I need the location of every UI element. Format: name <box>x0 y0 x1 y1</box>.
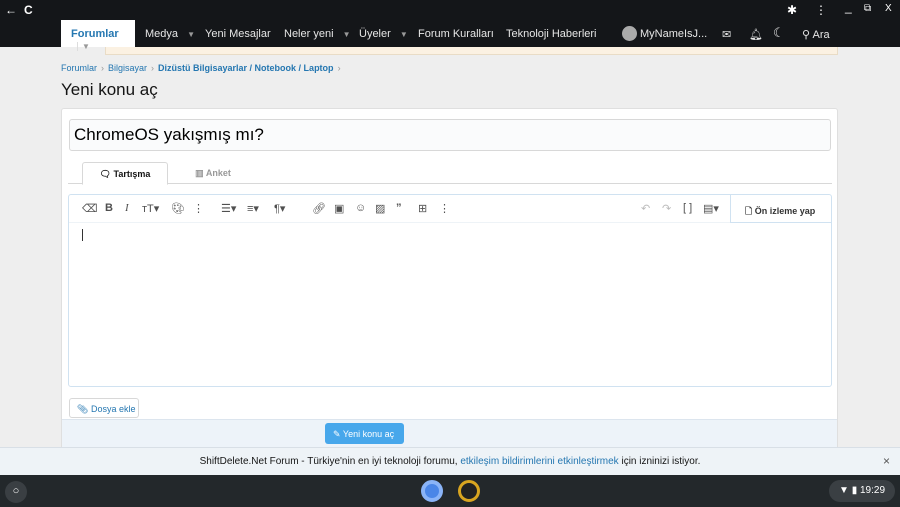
nav-label: Forumlar <box>71 28 119 40</box>
push-text: için izninizi istiyor. <box>618 456 701 467</box>
undo-icon[interactable]: ↶ <box>641 202 650 215</box>
nav-label: Neler yeni <box>284 28 334 40</box>
text-cursor <box>82 229 83 241</box>
nav-label: Medya <box>145 28 179 40</box>
editor-toolbar: ⌫ B I тT▾ 🎨︎ ⋮ ☰▾ ≡▾ ¶▾ 🔗︎ ▣ ☺ ▨ ” ⊞ ⋮ ↶… <box>69 195 831 223</box>
preview-button[interactable]: 🗋︎ Ön izleme yap <box>730 195 831 223</box>
tab-label: Tartışma <box>113 169 151 179</box>
link-icon[interactable]: 🔗︎ <box>312 202 326 215</box>
chart-icon: ▥ <box>195 168 204 178</box>
extensions-icon[interactable]: ✱ <box>787 3 797 17</box>
breadcrumb-bilgisayar[interactable]: Bilgisayar <box>108 63 147 73</box>
font-size-icon[interactable]: тT▾ <box>142 202 159 215</box>
status-tray[interactable]: ▼ ▮ 19:29 <box>829 480 895 502</box>
inbox-icon[interactable]: ✉ <box>722 28 731 41</box>
search-button[interactable]: ⚲ Ara <box>802 28 830 41</box>
smiley-icon[interactable]: ☺ <box>355 202 366 214</box>
nav-label: Üyeler <box>359 28 391 40</box>
quote-icon[interactable]: ” <box>396 202 402 214</box>
browser-titlebar: ← C ✱ ⋮ _ ⧉ X <box>0 0 900 20</box>
nav-neler-yeni[interactable]: Neler yeni ▼ <box>284 28 351 40</box>
bold-icon[interactable]: B <box>105 202 113 214</box>
image-icon[interactable]: ▣ <box>334 202 344 215</box>
search-label: Ara <box>812 29 830 41</box>
submit-label: Yeni konu aç <box>342 429 395 439</box>
chevron-down-icon[interactable]: ▼ <box>77 42 90 51</box>
submit-thread-button[interactable]: ✎ Yeni konu aç <box>325 423 404 444</box>
bbcode-icon[interactable]: [ ] <box>683 202 692 214</box>
tabs: 🗨︎ Tartışma ▥ Anket <box>68 162 832 185</box>
nav-uyeler[interactable]: Üyeler ▼ <box>359 28 408 40</box>
attach-file-button[interactable]: 📎︎ Dosya ekle <box>69 398 139 418</box>
breadcrumb-forumlar[interactable]: Forumlar <box>61 63 97 73</box>
tab-tartisma[interactable]: 🗨︎ Tartışma <box>82 162 168 185</box>
battery-icon: ▮ <box>851 485 858 496</box>
forum-nav: Forumlar ▼ Medya ▼ Yeni Mesajlar Neler y… <box>0 20 900 51</box>
table-icon[interactable]: ⊞ <box>418 202 427 215</box>
restore-button[interactable]: ⧉ <box>864 3 871 14</box>
nav-medya[interactable]: Medya ▼ <box>145 28 195 40</box>
launcher-button[interactable]: ○ <box>5 481 27 503</box>
breadcrumb: Forumlar › Bilgisayar › Dizüstü Bilgisayarla… <box>61 63 345 73</box>
drafts-icon[interactable]: ▤▾ <box>703 202 719 215</box>
more-icon[interactable]: ⋮ <box>439 202 450 215</box>
chevron-down-icon: ▼ <box>399 30 408 39</box>
minimize-button[interactable]: _ <box>845 0 852 14</box>
media-icon[interactable]: ▨ <box>375 202 385 215</box>
eraser-icon[interactable]: ⌫ <box>82 202 98 215</box>
comments-icon: 🗨︎ <box>99 169 112 179</box>
app-icon[interactable] <box>458 480 480 502</box>
back-button[interactable]: ← <box>5 3 17 17</box>
os-shelf <box>0 475 900 507</box>
thread-title-input[interactable] <box>69 119 831 151</box>
nav-teknoloji-haberleri[interactable]: Teknoloji Haberleri <box>506 28 597 40</box>
redo-icon[interactable]: ↷ <box>662 202 671 215</box>
search-icon: ⚲ <box>802 29 811 41</box>
edit-icon: ✎ <box>333 429 341 439</box>
preview-label: Ön izleme yap <box>754 206 816 216</box>
clock: 19:29 <box>859 485 886 496</box>
more-icon[interactable]: ⋮ <box>193 202 204 215</box>
page-title: Yeni konu aç <box>61 80 158 99</box>
close-button[interactable]: X <box>885 3 892 14</box>
nav-forumlar[interactable]: Forumlar ▼ <box>61 20 135 51</box>
chevron-right-icon: › <box>337 63 341 73</box>
chrome-app-icon[interactable] <box>421 480 443 502</box>
moon-icon[interactable]: ☾ <box>773 25 785 41</box>
menu-button[interactable]: ⋮ <box>815 3 827 17</box>
message-editor[interactable]: ⌫ B I тT▾ 🎨︎ ⋮ ☰▾ ≡▾ ¶▾ 🔗︎ ▣ ☺ ▨ ” ⊞ ⋮ ↶… <box>68 194 832 387</box>
enable-notifications-link[interactable]: etkileşim bildirimlerini etkinleştirmek <box>460 456 618 467</box>
chevron-right-icon: › <box>101 63 105 73</box>
preview-icon: 🗋︎ <box>745 206 753 216</box>
reload-button[interactable]: C <box>24 3 33 17</box>
italic-icon[interactable]: I <box>125 202 129 214</box>
nav-forum-kurallari[interactable]: Forum Kuralları <box>418 28 494 40</box>
push-notification-banner: ShiftDelete.Net Forum - Türkiye'nin en i… <box>0 447 900 475</box>
avatar[interactable] <box>622 26 637 41</box>
chevron-right-icon: › <box>151 63 155 73</box>
close-icon[interactable]: × <box>883 454 890 468</box>
list-icon[interactable]: ☰▾ <box>221 202 236 215</box>
notice-bar <box>105 47 838 55</box>
push-text: ShiftDelete.Net Forum - Türkiye'nin en i… <box>199 456 461 467</box>
tab-label: Anket <box>205 168 231 178</box>
chevron-down-icon: ▼ <box>342 30 351 39</box>
chevron-down-icon: ▼ <box>187 30 196 39</box>
tab-anket[interactable]: ▥ Anket <box>188 162 238 184</box>
nav-yeni-mesajlar[interactable]: Yeni Mesajlar <box>205 28 271 40</box>
attach-label: Dosya ekle <box>90 404 136 414</box>
user-menu[interactable]: MyNameIsJ... <box>640 28 707 40</box>
align-icon[interactable]: ≡▾ <box>247 202 259 215</box>
bell-icon[interactable]: 🔔︎ <box>749 28 763 41</box>
palette-icon[interactable]: 🎨︎ <box>171 202 185 215</box>
paragraph-icon[interactable]: ¶▾ <box>274 202 285 215</box>
breadcrumb-dizustu[interactable]: Dizüstü Bilgisayarlar / Notebook / Lapto… <box>158 63 334 73</box>
paperclip-icon: 📎︎ <box>77 404 89 414</box>
wifi-icon: ▼ <box>839 485 849 496</box>
